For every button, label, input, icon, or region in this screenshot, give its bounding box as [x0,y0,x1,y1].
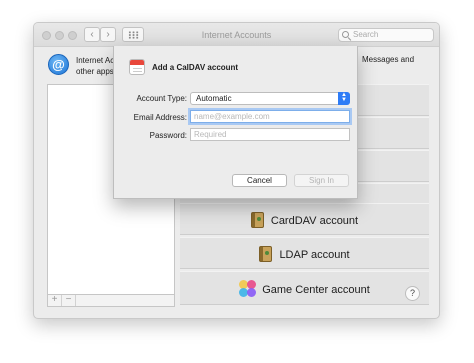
header-description-line2: other apps [76,67,114,76]
sign-in-button[interactable]: Sign In [294,174,349,187]
add-caldav-sheet: Add a CalDAV account Account Type: Autom… [113,46,358,199]
title-bar: ‹ › Internet Accounts Search [34,23,439,47]
cancel-button[interactable]: Cancel [232,174,287,187]
calendar-icon [129,59,145,75]
account-type-select[interactable]: Automatic ▲ ▼ [190,92,350,105]
ldap-account-label: LDAP account [279,249,350,261]
email-label: Email Address: [133,113,187,122]
ldap-account-row[interactable]: LDAP account [180,237,429,269]
search-field[interactable]: Search [338,28,434,42]
chevron-updown-icon: ▲ ▼ [338,92,350,105]
account-type-label: Account Type: [136,94,187,103]
add-account-button[interactable]: + [48,295,62,306]
ldap-icon [259,246,273,262]
help-button[interactable]: ? [405,286,420,301]
carddav-account-row[interactable]: CardDAV account [180,203,429,235]
carddav-account-label: CardDAV account [270,215,359,227]
account-type-value: Automatic [196,94,232,103]
internet-accounts-icon: @ [48,54,69,75]
game-center-account-row[interactable]: Game Center account ? [180,271,429,305]
password-field[interactable] [190,128,350,141]
search-placeholder: Search [353,30,379,39]
remove-account-button[interactable]: − [62,295,76,306]
header-description-line1: Internet Ac [76,56,114,65]
game-center-account-label: Game Center account [262,284,370,296]
game-center-icon [239,280,257,297]
email-field[interactable] [190,110,350,123]
search-icon [342,31,349,38]
carddav-icon [250,212,264,228]
sheet-title: Add a CalDAV account [152,63,239,72]
header-description: Internet Ac other apps [76,55,114,77]
list-controls: + − [47,295,175,307]
password-label: Password: [149,131,187,140]
header-description-right: Messages and [362,55,415,64]
